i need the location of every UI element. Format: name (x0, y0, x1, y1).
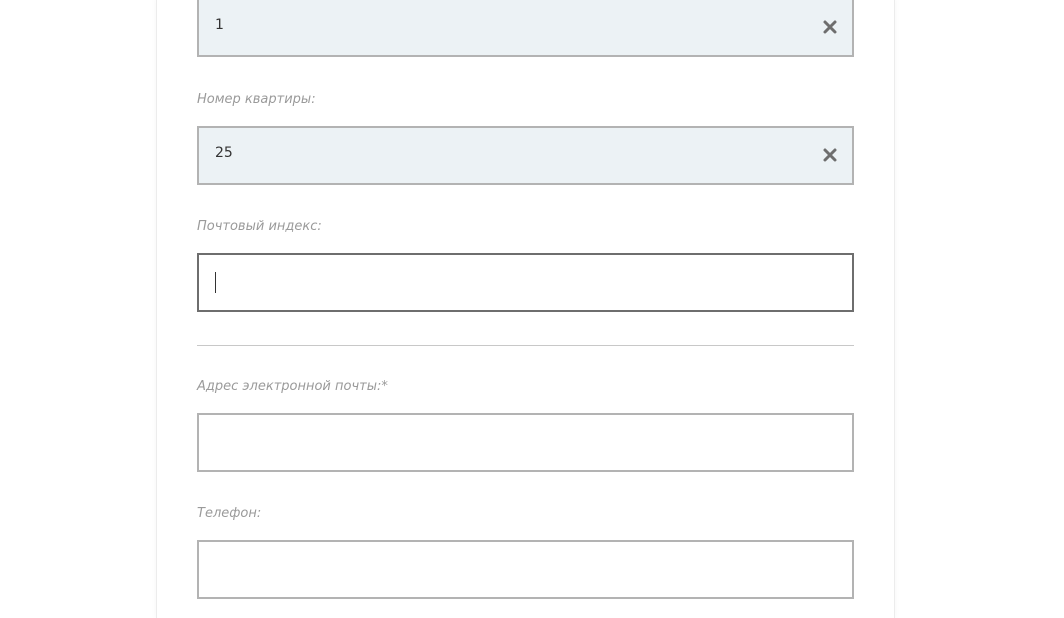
house-number-input[interactable]: 1 (197, 0, 854, 57)
email-input[interactable] (197, 413, 854, 472)
text-cursor (215, 272, 216, 293)
house-number-value: 1 (215, 17, 224, 33)
phone-label: Телефон: (197, 506, 262, 521)
section-divider (197, 345, 854, 346)
phone-input[interactable] (197, 540, 854, 599)
apartment-label: Номер квартиры: (197, 92, 316, 107)
close-icon[interactable] (822, 147, 838, 163)
apartment-value: 25 (215, 145, 233, 161)
postal-code-label: Почтовый индекс: (197, 219, 322, 234)
apartment-input[interactable]: 25 (197, 126, 854, 185)
close-icon[interactable] (822, 19, 838, 35)
email-label: Адрес электронной почты:* (197, 379, 388, 394)
postal-code-input[interactable] (197, 253, 854, 312)
